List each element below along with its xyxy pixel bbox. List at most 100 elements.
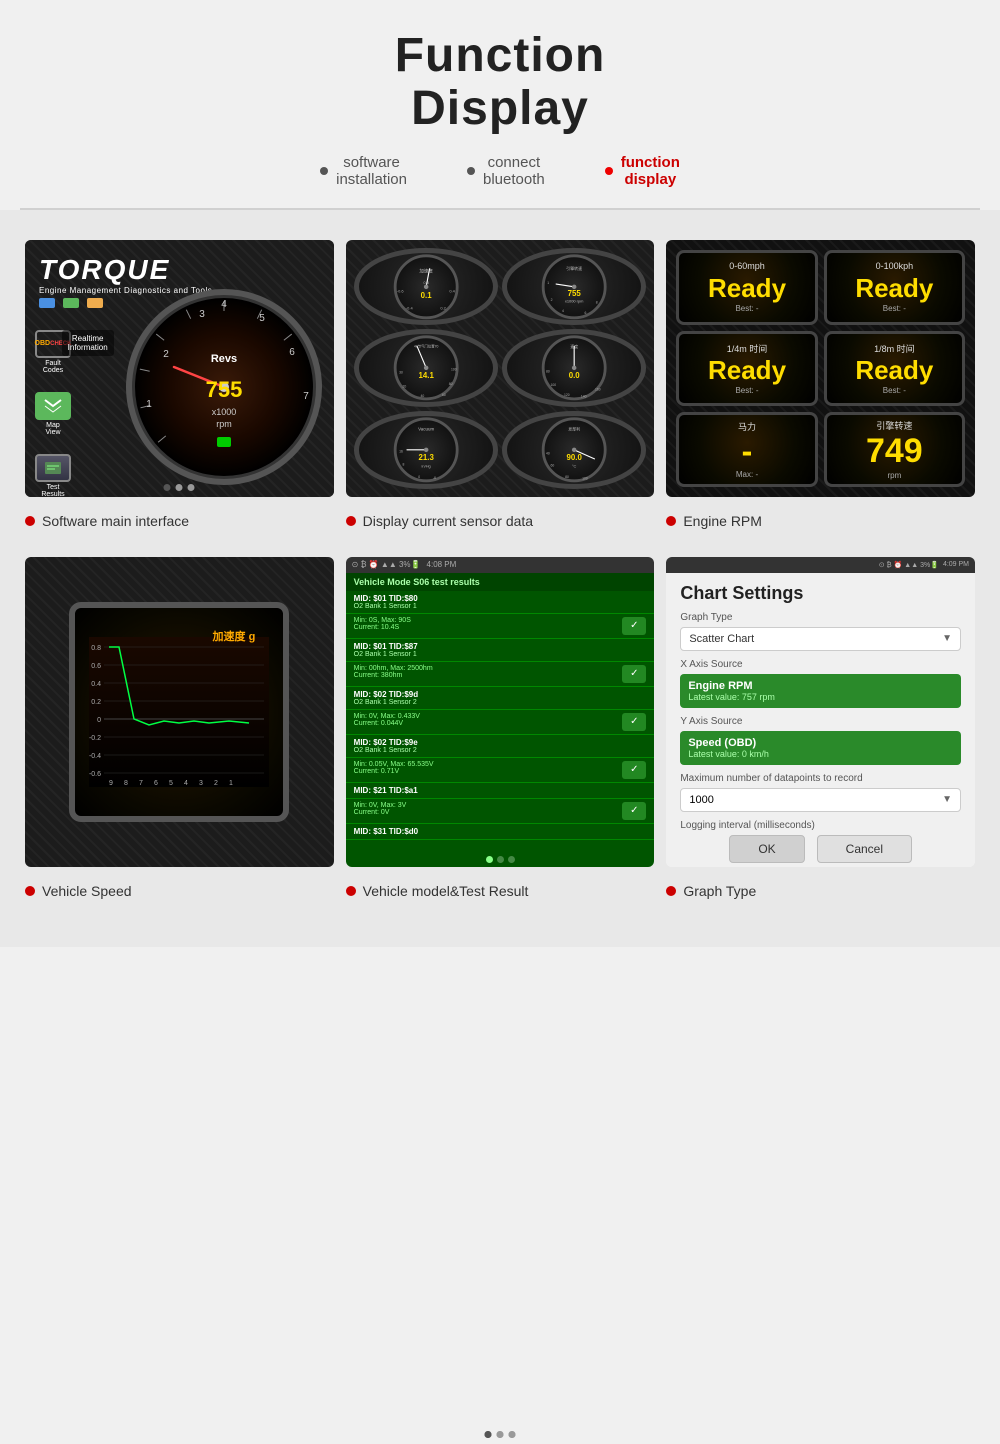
chart-time: 4:09 PM — [943, 561, 969, 568]
x-axis-label: X Axis Source — [680, 659, 961, 670]
sub-horsepower: Max: - — [736, 470, 758, 479]
test-detail-2: Min: 0S, Max: 90SCurrent: 10.4S — [354, 617, 619, 631]
svg-text:4: 4 — [562, 309, 564, 313]
value-0-60mph: Ready — [708, 273, 786, 304]
torque-screen-cell: TORQUE Engine Management Diagnostics and… — [25, 240, 334, 497]
caption-text-6: Graph Type — [683, 883, 756, 899]
value-quarter-mile: Ready — [708, 355, 786, 386]
test-entry-left-11: MID: $31 TID:$d0 — [354, 827, 647, 836]
sub-quarter-mile: Best: - — [735, 386, 758, 395]
svg-text:7: 7 — [303, 391, 309, 402]
nav-steps: softwareinstallation connectbluetooth fu… — [20, 154, 980, 188]
caption-row-1: Software main interface Display current … — [25, 507, 975, 529]
accel-label: 加速度 g — [213, 628, 256, 644]
main-content: TORQUE Engine Management Diagnostics and… — [0, 210, 1000, 947]
graph-type-dropdown[interactable]: Scatter Chart ▼ — [680, 627, 961, 651]
svg-text:0.6: 0.6 — [92, 663, 102, 670]
test-entry-left-3: MID: $01 TID:$87 O2 Bank 1 Sensor 1 — [354, 642, 647, 658]
box-horsepower: 马力 - Max: - — [676, 412, 817, 487]
y-axis-source-box[interactable]: Speed (OBD) Latest value: 0 km/h — [680, 731, 961, 765]
box-0-100kph: 0-100kph Ready Best: - — [824, 250, 965, 325]
rpm-display-cell: 0-60mph Ready Best: - 0-100kph Ready Bes… — [666, 240, 975, 497]
chart-body: Chart Settings Graph Type Scatter Chart … — [666, 573, 975, 867]
caption-text-3: Engine RPM — [683, 513, 762, 529]
menu-test: TestResults — [35, 454, 71, 497]
svg-text:4: 4 — [184, 780, 188, 787]
rpm-gauge: 1 2 3 4 5 6 7 Revs 755 x1000 — [124, 287, 324, 487]
test-entry-left-2: Min: 0S, Max: 90SCurrent: 10.4S — [354, 617, 619, 631]
svg-text:6: 6 — [585, 310, 587, 314]
svg-text:3: 3 — [199, 309, 205, 320]
y-axis-label: Y Axis Source — [680, 716, 961, 727]
menu-map: MapView — [35, 392, 71, 436]
test-entry-left-7: MID: $02 TID:$9e O2 Bank 1 Sensor 2 — [354, 738, 647, 754]
sub-eighth-mile: Best: - — [883, 386, 906, 395]
label-eighth-mile: 1/8m 时间 — [874, 342, 915, 355]
test-entry-left-5: MID: $02 TID:$9d O2 Bank 1 Sensor 2 — [354, 690, 647, 706]
max-datapoints-input[interactable]: 1000 ▼ — [680, 788, 961, 812]
gauge-rpm: 引擎转速 1 2 4 6 8 755 x1000 rpm — [502, 248, 646, 326]
test-detail-8: Min: 0.05V, Max: 65.535VCurrent: 0.71V — [354, 761, 619, 775]
y-axis-source-sub: Latest value: 0 km/h — [688, 749, 953, 759]
test-entry-8: Min: 0.05V, Max: 65.535VCurrent: 0.71V ✓ — [346, 758, 655, 783]
box-quarter-mile: 1/4m 时间 Ready Best: - — [676, 331, 817, 406]
test-check-2: ✓ — [622, 617, 646, 635]
graph-type-value: Scatter Chart — [689, 633, 754, 645]
chart-cancel-button[interactable]: Cancel — [817, 835, 912, 863]
x-axis-source-box[interactable]: Engine RPM Latest value: 757 rpm — [680, 674, 961, 708]
map-icon — [35, 392, 71, 420]
caption-rpm: Engine RPM — [666, 507, 975, 529]
svg-text:160: 160 — [595, 388, 601, 392]
test-bank-3: O2 Bank 1 Sensor 1 — [354, 651, 647, 658]
test-entry-9: MID: $21 TID:$a1 — [346, 783, 655, 799]
svg-text:40: 40 — [420, 394, 424, 398]
svg-text:100: 100 — [550, 383, 556, 387]
test-body: MID: $01 TID:$80 O2 Bank 1 Sensor 1 Min:… — [346, 591, 655, 852]
svg-text:2: 2 — [551, 298, 553, 302]
svg-text:Revs: Revs — [211, 353, 237, 365]
y-axis-source-title: Speed (OBD) — [688, 737, 953, 749]
test-entry-10: Min: 0V, Max: 3VCurrent: 0V ✓ — [346, 799, 655, 824]
test-status-bar: ⊙ ₿ ⏰ ▲▲ 3%🔋 4:08 PM — [346, 557, 655, 573]
step-function: functiondisplay — [605, 154, 680, 188]
svg-text:0.0: 0.0 — [569, 371, 581, 380]
logging-label: Logging interval (milliseconds) — [680, 820, 961, 831]
chart-ok-button[interactable]: OK — [729, 835, 804, 863]
svg-text:-0.4: -0.4 — [89, 753, 101, 760]
svg-text:0.2: 0.2 — [440, 305, 445, 310]
caption-text-5: Vehicle model&Test Result — [363, 883, 529, 899]
screenshot-row-2: 加速度 g — [25, 557, 975, 867]
svg-text:引擎转速: 引擎转速 — [566, 266, 582, 271]
svg-text:1: 1 — [229, 780, 233, 787]
gauges-screen: 加速度 0.8 -0.6 0.4 -0.4 0.2 0.1 — [346, 240, 655, 497]
svg-text:14.1: 14.1 — [418, 371, 434, 380]
value-horsepower: - — [742, 433, 753, 470]
svg-text:4: 4 — [221, 299, 227, 310]
svg-text:20: 20 — [402, 385, 406, 389]
svg-text:80: 80 — [546, 370, 550, 374]
test-mid-3: MID: $01 TID:$87 — [354, 642, 647, 651]
graph-type-label: Graph Type — [680, 612, 961, 623]
caption-speed: Vehicle Speed — [25, 877, 334, 899]
test-entry-left-9: MID: $21 TID:$a1 — [354, 786, 647, 795]
sub-0-100kph: Best: - — [883, 304, 906, 313]
speed-screen-cell: 加速度 g — [25, 557, 334, 867]
caption-dot-2 — [346, 516, 356, 526]
test-mid-11: MID: $31 TID:$d0 — [354, 827, 647, 836]
obd-label: FaultCodes — [43, 360, 63, 374]
test-header-text: Vehicle Mode S06 test results — [354, 577, 480, 587]
test-dots — [346, 852, 655, 867]
svg-text:60: 60 — [442, 393, 446, 397]
step-label-function: functiondisplay — [621, 154, 680, 188]
test-time: 4:08 PM — [427, 560, 457, 569]
test-mid-1: MID: $01 TID:$80 — [354, 594, 647, 603]
chart-settings-title: Chart Settings — [680, 583, 961, 604]
dot-3 — [188, 484, 195, 491]
svg-text:80: 80 — [565, 475, 569, 479]
svg-text:°C: °C — [572, 463, 577, 468]
torque-screen: TORQUE Engine Management Diagnostics and… — [25, 240, 334, 497]
test-status-icons: ⊙ ₿ ⏰ ▲▲ 3%🔋 — [352, 560, 421, 569]
chart-buttons: OK Cancel — [680, 835, 961, 863]
label-horsepower: 马力 — [738, 420, 756, 433]
step-label-software: softwareinstallation — [336, 154, 407, 188]
